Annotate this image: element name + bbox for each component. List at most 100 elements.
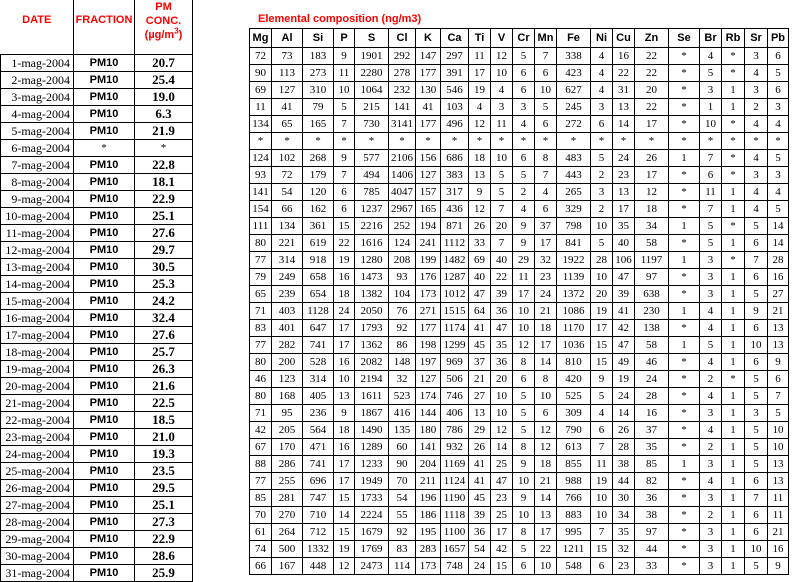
element-value-cell: 27 — [468, 387, 491, 405]
element-value-cell: * — [668, 489, 700, 507]
element-value-cell: 24 — [634, 370, 669, 388]
element-value-cell: 54 — [271, 183, 303, 201]
element-value-cell: 194 — [415, 217, 441, 235]
element-value-cell: 2280 — [354, 64, 389, 82]
element-value-cell: 471 — [302, 438, 334, 456]
element-value-cell: 23 — [534, 268, 557, 286]
element-value-cell: 4047 — [388, 183, 416, 201]
element-value-cell: 24 — [534, 285, 557, 303]
element-value-cell: 2 — [699, 370, 722, 388]
element-value-cell: 16 — [333, 438, 355, 456]
element-value-cell: 1287 — [440, 268, 469, 286]
element-value-cell: * — [668, 506, 700, 524]
element-value-cell: 7 — [699, 149, 722, 167]
element-value-cell: 17 — [590, 319, 613, 337]
element-value-cell: 7 — [590, 523, 613, 541]
element-value-cell: 1 — [721, 523, 745, 541]
element-value-cell: 47 — [468, 285, 491, 303]
sample-row: 30-mag-2004 PM10 28.6 — [0, 547, 193, 565]
element-row: 85 281 747 15 1733 54 196 1190 45 23 9 14 766 10 30 36 *… — [249, 489, 789, 507]
element-value-cell: 33 — [634, 557, 669, 575]
element-value-cell: 785 — [354, 183, 389, 201]
element-value-cell: 3 — [699, 540, 722, 558]
element-value-cell: 5 — [767, 149, 789, 167]
element-value-cell: 4 — [590, 404, 613, 422]
element-value-cell: 1 — [721, 98, 745, 116]
element-value-cell: 270 — [271, 506, 303, 524]
element-value-cell: 314 — [302, 370, 334, 388]
element-value-cell: 1657 — [440, 540, 469, 558]
element-value-cell: 4 — [534, 183, 557, 201]
fraction-cell: PM10 — [73, 71, 135, 89]
sample-row: 1-mag-2004 PM10 20.7 — [0, 54, 193, 72]
element-value-cell: 10 — [767, 421, 789, 439]
fraction-cell: PM10 — [73, 343, 135, 361]
element-value-cell: 918 — [302, 251, 334, 269]
unit-prefix: (µg/m — [144, 29, 175, 41]
element-value-cell: 1012 — [440, 285, 469, 303]
element-value-cell: 4 — [699, 353, 722, 371]
element-value-cell: 41 — [415, 98, 441, 116]
element-value-cell: 19 — [468, 81, 491, 99]
element-value-cell: 15 — [333, 523, 355, 541]
element-value-cell: * — [668, 132, 700, 150]
sample-row: 10-mag-2004 PM10 25.1 — [0, 207, 193, 225]
element-value-cell: 1 — [699, 98, 722, 116]
element-value-cell: 16 — [634, 404, 669, 422]
element-value-cell: 423 — [556, 64, 591, 82]
element-value-cell: 13 — [767, 319, 789, 337]
date-cell: 24-mag-2004 — [0, 445, 74, 463]
sample-row: 18-mag-2004 PM10 25.7 — [0, 343, 193, 361]
sample-row: 21-mag-2004 PM10 22.5 — [0, 394, 193, 412]
element-value-cell: 309 — [556, 404, 591, 422]
element-value-cell: * — [249, 132, 272, 150]
element-value-cell: * — [721, 217, 745, 235]
element-value-cell: 249 — [271, 268, 303, 286]
element-header: Rb — [721, 28, 745, 48]
element-value-cell: 3 — [699, 489, 722, 507]
element-value-cell: 165 — [415, 200, 441, 218]
element-value-cell: 10 — [590, 489, 613, 507]
pm-conc-cell: 19.3 — [134, 445, 193, 463]
element-value-cell: 747 — [302, 489, 334, 507]
element-value-cell: 141 — [388, 98, 416, 116]
element-value-cell: 19 — [333, 540, 355, 558]
pm-conc-cell: 21.9 — [134, 122, 193, 140]
element-value-cell: * — [668, 64, 700, 82]
element-value-cell: * — [668, 523, 700, 541]
element-value-cell: 3 — [512, 98, 535, 116]
element-value-cell: 28 — [590, 251, 613, 269]
sample-row: 14-mag-2004 PM10 25.3 — [0, 275, 193, 293]
element-row: 74 500 1332 19 1769 83 283 1657 54 42 5 22 1211 15 32 4… — [249, 540, 789, 558]
pm-conc-cell: 30.5 — [134, 258, 193, 276]
pm-conc-cell: 28.6 — [134, 547, 193, 565]
element-value-cell: 1 — [721, 557, 745, 575]
element-value-cell: 2 — [699, 506, 722, 524]
element-value-cell: 401 — [271, 319, 303, 337]
element-value-cell: 38 — [634, 506, 669, 524]
element-row: 69 127 310 10 1064 232 130 546 19 4 6 10 627 4 31 20 * 3 1… — [249, 81, 789, 99]
element-value-cell: 26 — [634, 149, 669, 167]
element-value-cell: 10 — [512, 319, 535, 337]
element-value-cell: 4 — [699, 319, 722, 337]
element-value-cell: 13 — [468, 404, 491, 422]
element-value-cell: * — [302, 132, 334, 150]
element-value-cell: 204 — [415, 455, 441, 473]
element-value-cell: 14 — [767, 217, 789, 235]
element-value-cell: 127 — [415, 166, 441, 184]
date-cell: 10-mag-2004 — [0, 207, 74, 225]
element-value-cell: 6 — [767, 370, 789, 388]
element-row: 83 401 647 17 1793 92 177 1174 41 47 10 18 1170 17 42 1… — [249, 319, 789, 337]
fraction-cell: PM10 — [73, 241, 135, 259]
element-value-cell: 92 — [388, 523, 416, 541]
element-value-cell: 12 — [512, 336, 535, 354]
element-value-cell: 28 — [634, 387, 669, 405]
element-value-cell: 741 — [302, 336, 334, 354]
element-value-cell: 180 — [415, 421, 441, 439]
element-header-row: Mg Al Si P S Cl K Ca Ti V Cr Mn Fe Ni Cu Zn Se Br Rb Sr Pb — [249, 28, 789, 48]
element-value-cell: 9 — [512, 234, 535, 252]
element-value-cell: 7 — [744, 251, 768, 269]
pm-conc-cell: 27.3 — [134, 513, 193, 531]
element-value-cell: 22 — [634, 98, 669, 116]
element-value-cell: 138 — [634, 319, 669, 337]
